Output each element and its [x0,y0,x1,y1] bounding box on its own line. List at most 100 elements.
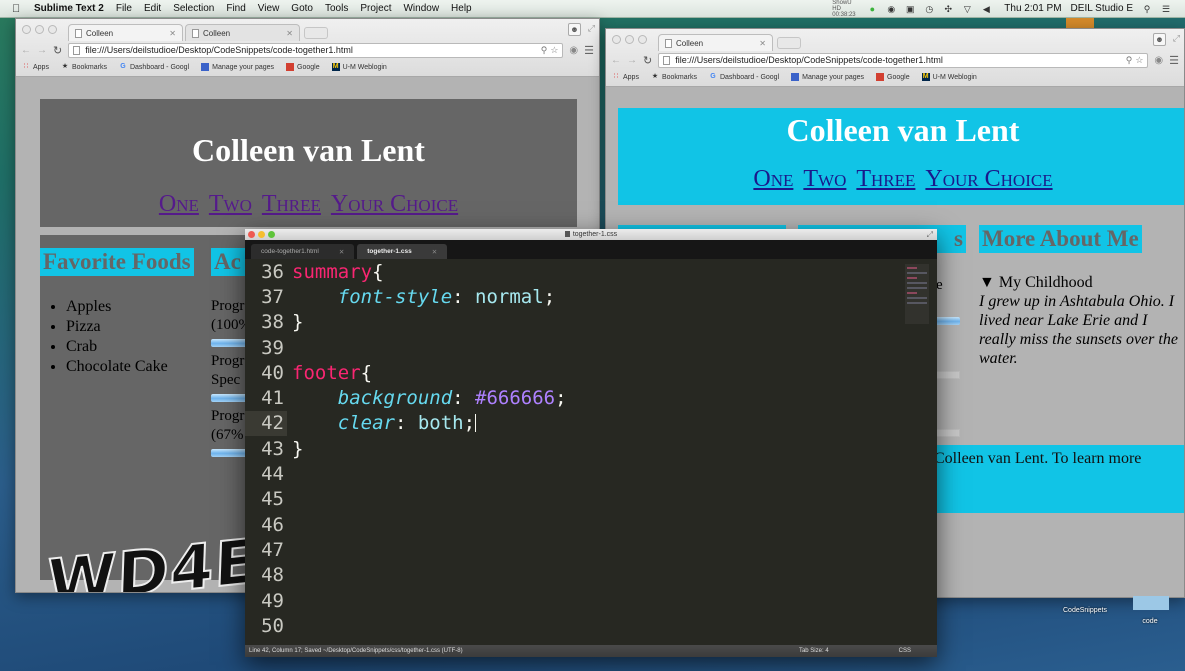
tab-size-selector[interactable]: Tab Size: 4 [799,648,829,654]
chrome-menu-icon[interactable]: ☰ [584,44,594,57]
menu-file[interactable]: File [116,3,132,14]
extension-icon[interactable]: ◉ [569,45,578,56]
back-icon[interactable]: ← [21,45,31,56]
user-name[interactable]: DEIL Studio E [1071,3,1133,14]
profile-icon[interactable]: ☻ [1153,33,1166,46]
minimap[interactable] [905,264,929,324]
list-icon[interactable]: ☰ [1161,4,1171,14]
new-tab-button[interactable] [304,27,328,39]
zoom-icon[interactable]: ⚲ [541,45,548,56]
code-line[interactable]: 39 [245,335,937,360]
menu-project[interactable]: Project [360,3,391,14]
code-line[interactable]: 44 [245,461,937,486]
menu-help[interactable]: Help [451,3,472,14]
close-window-button[interactable] [248,231,255,238]
menu-app-name[interactable]: Sublime Text 2 [34,3,104,14]
bookmark-star-icon[interactable]: ☆ [550,45,558,56]
close-tab-icon[interactable]: ✕ [759,39,766,48]
bookmark-manage-pages[interactable]: Manage your pages [791,73,864,81]
browser-tab[interactable]: Colleen ✕ [185,24,300,41]
desktop-item-codesnippets[interactable]: CodeSnippets [1055,607,1115,614]
bookmark-bookmarks[interactable]: ★ Bookmarks [651,73,697,81]
minimize-window-button[interactable] [35,25,44,34]
close-tab-icon[interactable]: ✕ [286,29,293,38]
menu-window[interactable]: Window [403,3,439,14]
wifi-icon[interactable]: ▽ [962,4,972,14]
menu-edit[interactable]: Edit [144,3,161,14]
close-tab-icon[interactable]: ✕ [432,248,437,256]
volume-icon[interactable]: ◀ [981,4,991,14]
showu-recorder-status[interactable]: ShowU HD 00:38:23 [832,0,858,18]
close-tab-icon[interactable]: ✕ [169,29,176,38]
menu-view[interactable]: View [258,3,280,14]
new-tab-button[interactable] [777,37,801,49]
bookmark-bookmarks[interactable]: ★ Bookmarks [61,63,107,71]
details-summary-toggle[interactable]: ▼ My Childhood [979,273,1179,292]
search-icon[interactable]: ⚲ [1142,4,1152,14]
code-line[interactable]: 41 background: #666666; [245,385,937,410]
code-line[interactable]: 49 [245,588,937,613]
nav-link-your-choice[interactable]: Your Choice [331,191,458,217]
menu-tools[interactable]: Tools [325,3,348,14]
forward-icon[interactable]: → [627,55,637,66]
apple-logo-icon[interactable]:  [12,3,26,15]
folder-icon[interactable] [1133,596,1169,610]
bookmark-google[interactable]: Google [876,73,910,81]
record-icon[interactable]: ● [867,4,877,14]
clock[interactable]: Thu 2:01 PM [1004,3,1061,14]
chrome-menu-icon[interactable]: ☰ [1169,54,1179,67]
back-icon[interactable]: ← [611,55,621,66]
forward-icon[interactable]: → [37,45,47,56]
minimize-window-button[interactable] [625,35,634,44]
minimize-window-button[interactable] [258,231,265,238]
time-machine-icon[interactable]: ◷ [924,4,934,14]
bookmark-manage-pages[interactable]: Manage your pages [201,63,274,71]
address-bar[interactable]: file:///Users/deilstudioe/Desktop/CodeSn… [658,52,1149,68]
code-line[interactable]: 42 clear: both; [245,410,937,437]
profile-icon[interactable]: ☻ [568,23,581,36]
menu-selection[interactable]: Selection [173,3,214,14]
bookmark-apps[interactable]: ∷ Apps [22,63,49,71]
bubble-icon[interactable]: ◉ [886,4,896,14]
code-line[interactable]: 50 [245,613,937,638]
zoom-window-button[interactable] [638,35,647,44]
nav-link-your-choice[interactable]: Your Choice [925,166,1052,192]
nav-link-one[interactable]: One [753,166,793,192]
zoom-window-button[interactable] [48,25,57,34]
reload-icon[interactable]: ↻ [643,54,652,67]
browser-tab[interactable]: Colleen ✕ [658,34,773,51]
code-line[interactable]: 38} [245,310,937,335]
fullscreen-icon[interactable]: ⤢ [1173,33,1180,44]
nav-link-one[interactable]: One [159,191,199,217]
bookmark-apps[interactable]: ∷ Apps [612,73,639,81]
code-line[interactable]: 45 [245,487,937,512]
menu-goto[interactable]: Goto [291,3,313,14]
code-line[interactable]: 37 font-style: normal; [245,284,937,309]
fullscreen-icon[interactable]: ⤢ [588,23,595,34]
code-line[interactable]: 36 summary{ [245,259,937,284]
bookmark-dashboard[interactable]: G Dashboard - Googl [119,63,189,71]
nav-link-two[interactable]: Two [209,191,252,217]
menu-find[interactable]: Find [226,3,245,14]
bluetooth-icon[interactable]: ✣ [943,4,953,14]
bookmark-um-weblogin[interactable]: M U-M Weblogin [921,73,977,81]
zoom-icon[interactable]: ⚲ [1126,55,1133,66]
bookmark-um-weblogin[interactable]: M U-M Weblogin [331,63,387,71]
code-line[interactable]: 48 [245,563,937,588]
code-line[interactable]: 46 [245,512,937,537]
close-tab-icon[interactable]: ✕ [339,248,344,256]
airplay-icon[interactable]: ▣ [905,4,915,14]
code-line[interactable]: 40 footer{ [245,360,937,385]
fullscreen-icon[interactable]: ⤢ [927,229,933,240]
browser-tab[interactable]: Colleen ✕ [68,24,183,41]
bookmark-dashboard[interactable]: G Dashboard - Googl [709,73,779,81]
extension-icon[interactable]: ◉ [1154,55,1163,66]
editor-tab-html[interactable]: code-together1.html ✕ [251,244,355,259]
code-line[interactable]: 47 [245,537,937,562]
reload-icon[interactable]: ↻ [53,44,62,57]
address-bar[interactable]: file:///Users/deilstudioe/Desktop/CodeSn… [68,42,564,58]
nav-link-three[interactable]: Three [856,166,915,192]
zoom-window-button[interactable] [268,231,275,238]
code-editor[interactable]: 36 summary{37 font-style: normal; 38} 39 40 f… [245,259,937,638]
nav-link-two[interactable]: Two [803,166,846,192]
